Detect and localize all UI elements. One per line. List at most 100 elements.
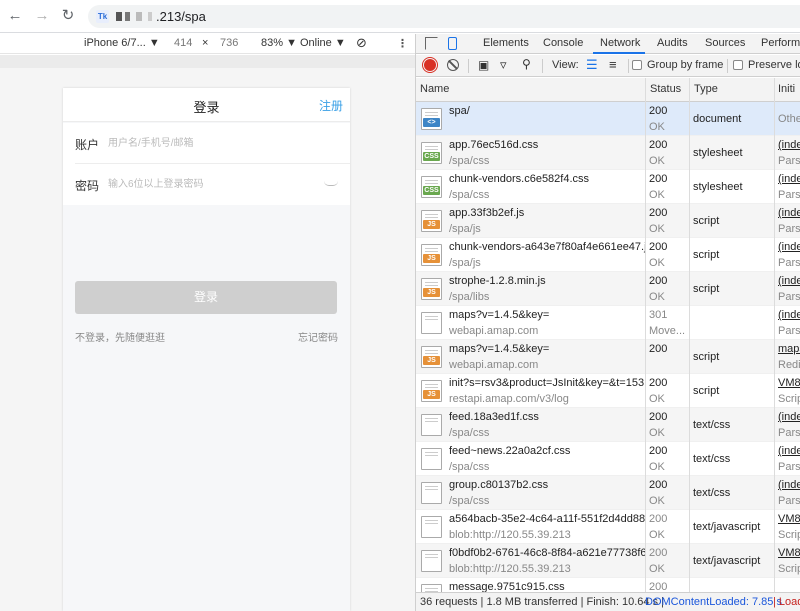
request-initiator[interactable]: (inde (778, 207, 800, 219)
column-initiator[interactable]: Initi (778, 83, 795, 95)
network-throttle-select[interactable]: Online ▼ (300, 37, 346, 49)
file-lines (425, 554, 438, 558)
request-path: /spa/js (449, 223, 481, 235)
table-row[interactable]: feed.18a3ed1f.css/spa/css 200 OK text/css (i… (416, 408, 800, 442)
request-initiator-detail: Parse (778, 257, 800, 269)
request-initiator[interactable]: VM8 (778, 513, 800, 525)
request-initiator[interactable]: (inde (778, 275, 800, 287)
request-status: 200 (649, 411, 668, 423)
rotate-icon[interactable]: ⊘ (356, 35, 367, 51)
column-divider[interactable] (689, 78, 690, 592)
request-initiator[interactable]: (inde (778, 173, 800, 185)
request-initiator[interactable]: maps (778, 343, 800, 355)
table-row[interactable]: JS maps?v=1.4.5&key= webapi.amap.com 200 scr… (416, 340, 800, 374)
forward-arrow-icon[interactable]: → (34, 8, 50, 24)
request-initiator[interactable]: (inde (778, 445, 800, 457)
column-divider[interactable] (774, 78, 775, 592)
request-name: message.9751c915.css (449, 581, 565, 592)
device-toggle-icon[interactable] (448, 37, 457, 50)
table-row[interactable]: a564bacb-35e2-4c64-a11f-551f2d4dd885 blob… (416, 510, 800, 544)
table-row[interactable]: f0bdf0b2-6761-46c8-8f84-a621e77738f6 blob… (416, 544, 800, 578)
table-row[interactable]: message.9751c915.css 200 (416, 578, 800, 592)
request-path: /spa/css (449, 495, 490, 507)
file-type-tag: JS (423, 390, 440, 399)
device-select[interactable]: iPhone 6/7... ▼ (84, 37, 160, 49)
tab-performance[interactable]: Performa (761, 37, 800, 49)
request-name: maps?v=1.4.5&key= (449, 309, 550, 321)
table-row[interactable]: CSS app.76ec516d.css/spa/css 200 OK styleshe… (416, 136, 800, 170)
column-name[interactable]: Name (420, 83, 449, 95)
device-toolbar: iPhone 6/7... ▼ 414 × 736 83% ▼ Online ▼… (0, 34, 415, 54)
camera-icon[interactable]: ▣ (478, 58, 489, 72)
record-icon[interactable] (424, 59, 436, 71)
tab-network[interactable]: Network (600, 37, 640, 49)
request-initiator[interactable]: (inde (778, 479, 800, 491)
table-row[interactable]: JS app.33f3b2ef.js/spa/js 200 OK script (inde… (416, 204, 800, 238)
masked-host (116, 12, 156, 21)
table-row[interactable]: maps?v=1.4.5&key= webapi.amap.com 301 Move.… (416, 306, 800, 340)
group-by-frame-checkbox[interactable] (632, 60, 642, 70)
clear-icon[interactable] (447, 59, 459, 71)
tab-sources[interactable]: Sources (705, 37, 745, 49)
table-row[interactable]: JS chunk-vendors-a643e7f80af4e661ee47.js /… (416, 238, 800, 272)
table-row[interactable]: CSS chunk-vendors.c6e582f4.css/spa/css 200… (416, 170, 800, 204)
request-initiator[interactable]: (inde (778, 139, 800, 151)
request-initiator[interactable]: (inde (778, 309, 800, 321)
login-button[interactable]: 登录 (75, 281, 337, 314)
request-status-text: OK (649, 563, 665, 575)
table-row[interactable]: JS strophe-1.2.8.min.js/spa/libs 200 OK scri… (416, 272, 800, 306)
request-path: restapi.amap.com/v3/log (449, 393, 569, 405)
inspect-element-icon[interactable] (425, 37, 438, 50)
caret-down-icon: ▼ (286, 37, 297, 49)
back-arrow-icon[interactable]: ← (7, 8, 23, 24)
address-bar[interactable]: Tk .213/spa (88, 5, 800, 28)
guest-browse-link[interactable]: 不登录，先随便逛逛 (75, 329, 165, 344)
request-name: app.33f3b2ef.js (449, 207, 525, 219)
column-status[interactable]: Status (650, 83, 681, 95)
table-row[interactable]: feed~news.22a0a2cf.css/spa/css 200 OK text/… (416, 442, 800, 476)
more-vertical-icon[interactable]: ⋮ (397, 37, 408, 50)
page-title: 登录 (193, 100, 220, 115)
reload-icon[interactable]: ↻ (60, 8, 76, 24)
filter-icon[interactable]: ▿ (500, 57, 507, 73)
tab-elements[interactable]: Elements (483, 37, 529, 49)
request-status-text: OK (649, 495, 665, 507)
search-icon[interactable]: ⚲ (522, 57, 531, 71)
large-rows-icon[interactable]: ☰ (586, 57, 598, 73)
request-status: 200 (649, 275, 668, 287)
table-row[interactable]: <> spa/200 OK document Othe (416, 102, 800, 136)
browser-toolbar: ← → ↻ Tk .213/spa (0, 0, 800, 33)
password-input[interactable] (108, 175, 308, 193)
request-initiator[interactable]: VM8 (778, 547, 800, 559)
tab-console[interactable]: Console (543, 37, 583, 49)
zoom-select[interactable]: 83% ▼ (261, 37, 297, 49)
request-type: stylesheet (693, 181, 743, 193)
preserve-log-checkbox[interactable] (733, 60, 743, 70)
request-type: text/css (693, 453, 731, 465)
request-initiator[interactable]: (inde (778, 411, 800, 423)
account-row: 账户 (63, 123, 350, 164)
eye-closed-icon[interactable] (324, 181, 338, 186)
column-divider[interactable] (645, 78, 646, 592)
request-path: /spa/libs (449, 291, 490, 303)
js-file-icon: JS (421, 346, 442, 368)
column-type[interactable]: Type (694, 83, 718, 95)
zoom-select-label: 83% (261, 37, 284, 49)
password-row: 密码 (63, 164, 350, 205)
device-height-input[interactable]: 736 (220, 37, 238, 49)
request-status-text: Move... (649, 325, 686, 337)
request-initiator[interactable]: (inde (778, 241, 800, 253)
file-icon (421, 584, 442, 592)
file-type-tag: JS (423, 220, 440, 229)
register-link[interactable]: 注册 (319, 97, 343, 114)
forgot-password-link[interactable]: 忘记密码 (298, 329, 338, 344)
tab-audits[interactable]: Audits (657, 37, 688, 49)
device-width-input[interactable]: 414 (174, 37, 192, 49)
account-input[interactable] (108, 134, 308, 152)
summary-text: 36 requests | 1.8 MB transferred | Finis… (420, 596, 664, 608)
waterfall-icon[interactable]: ≡ (609, 57, 617, 72)
site-favicon-icon: Tk (96, 10, 109, 23)
table-row[interactable]: JS init?s=rsv3&product=JsInit&key=&t=153.… (416, 374, 800, 408)
request-initiator[interactable]: VM8 (778, 377, 800, 389)
table-row[interactable]: group.c80137b2.css/spa/css 200 OK text/css (… (416, 476, 800, 510)
